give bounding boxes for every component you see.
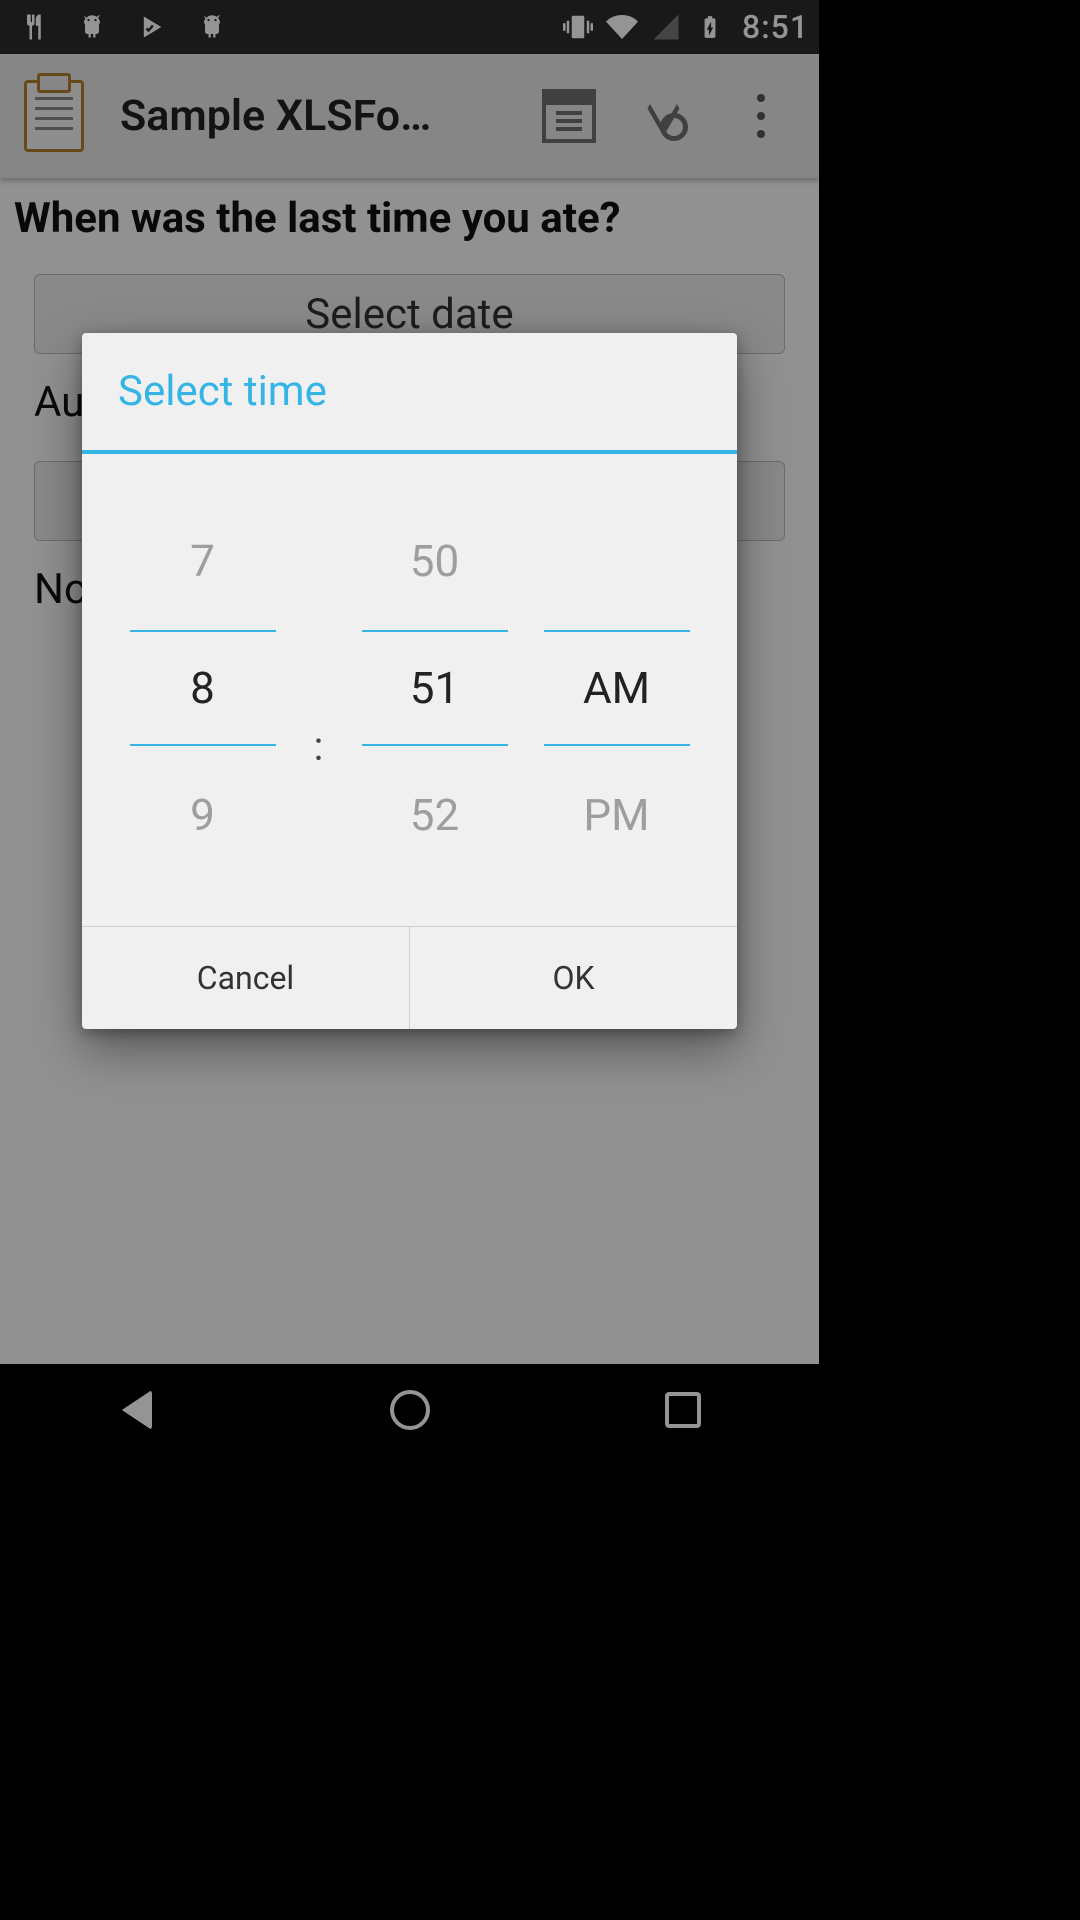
ampm-next[interactable]: PM xyxy=(583,768,649,862)
minute-picker[interactable]: 50 51 52 xyxy=(362,514,508,862)
time-colon: : xyxy=(312,514,326,862)
hour-prev[interactable]: 7 xyxy=(190,514,215,608)
hour-current[interactable]: 8 xyxy=(130,630,276,746)
ampm-current[interactable]: AM xyxy=(544,630,690,746)
ampm-picker[interactable]: AM PM xyxy=(544,514,690,862)
dialog-title: Select time xyxy=(82,333,737,450)
minute-next[interactable]: 52 xyxy=(410,768,459,862)
screen: 8:51 Sample XLSFo… When was the last tim… xyxy=(0,0,819,1456)
dialog-buttons: Cancel OK xyxy=(82,926,737,1029)
minute-current[interactable]: 51 xyxy=(362,630,508,746)
ok-button[interactable]: OK xyxy=(409,927,737,1029)
cancel-button[interactable]: Cancel xyxy=(82,927,409,1029)
hour-picker[interactable]: 7 8 9 xyxy=(130,514,276,862)
picker-area: 7 8 9 : 50 51 52 AM PM xyxy=(82,454,737,926)
time-picker-dialog: Select time 7 8 9 : 50 51 52 AM xyxy=(82,333,737,1029)
minute-prev[interactable]: 50 xyxy=(410,514,459,608)
hour-next[interactable]: 9 xyxy=(190,768,215,862)
